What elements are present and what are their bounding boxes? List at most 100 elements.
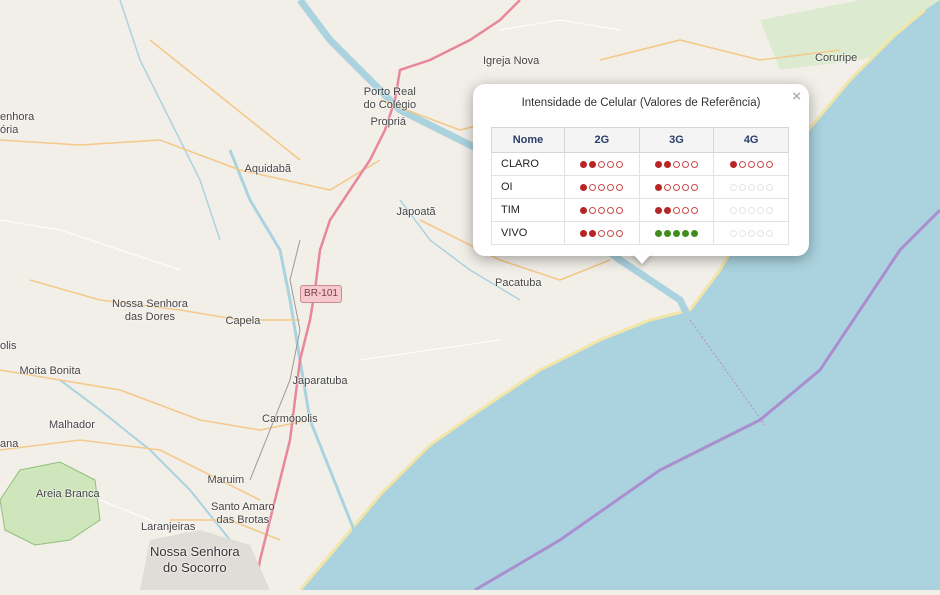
signal-dot-empty <box>607 229 615 237</box>
signal-dot-filled <box>589 160 597 168</box>
signal-dot-filled <box>690 229 698 237</box>
cell-2g <box>564 152 640 176</box>
signal-dot-filled <box>663 229 671 237</box>
signal-dots <box>565 183 639 191</box>
signal-dot-empty <box>765 229 773 237</box>
signal-dot-empty <box>681 160 689 168</box>
signal-dot-empty <box>598 183 606 191</box>
place-label: Malhador <box>49 418 95 431</box>
place-label: Igreja Nova <box>483 54 540 67</box>
header-nome: Nome <box>491 127 565 153</box>
header-4g: 4G <box>713 127 789 153</box>
signal-dot-empty <box>672 160 680 168</box>
signal-dot-empty <box>672 206 680 214</box>
signal-dot-empty <box>729 183 737 191</box>
table-row: TIM <box>491 198 789 222</box>
operator-name: OI <box>491 175 565 199</box>
signal-dot-empty <box>589 183 597 191</box>
signal-dot-empty <box>616 229 624 237</box>
signal-dot-filled <box>580 183 588 191</box>
signal-dot-empty <box>690 183 698 191</box>
signal-dot-empty <box>756 183 764 191</box>
signal-dot-filled <box>589 229 597 237</box>
place-label: Santo Amaro das Brotas <box>211 501 275 526</box>
signal-dot-empty <box>681 206 689 214</box>
signal-dot-empty <box>598 229 606 237</box>
cell-3g <box>638 221 715 245</box>
signal-dot-empty <box>738 206 746 214</box>
signal-dots <box>714 229 788 237</box>
cell-3g <box>638 175 715 199</box>
signal-popup: × Intensidade de Celular (Valores de Ref… <box>473 84 809 256</box>
signal-dot-empty <box>729 229 737 237</box>
place-label: Porto Real do Colégio <box>363 86 417 111</box>
operator-name: VIVO <box>491 221 565 245</box>
signal-dot-empty <box>690 160 698 168</box>
header-2g: 2G <box>564 127 640 153</box>
signal-dot-filled <box>729 160 737 168</box>
signal-dots <box>640 160 714 168</box>
table-row: VIVO <box>491 221 789 245</box>
signal-dot-filled <box>654 183 662 191</box>
signal-dot-filled <box>654 206 662 214</box>
signal-dot-empty <box>598 160 606 168</box>
place-label: Maruim <box>207 473 245 486</box>
cell-2g <box>564 175 640 199</box>
signal-dot-empty <box>598 206 606 214</box>
signal-dot-empty <box>765 160 773 168</box>
place-label: Nossa Senhora das Dores <box>112 298 188 323</box>
signal-dots <box>714 183 788 191</box>
signal-dot-empty <box>672 183 680 191</box>
signal-dot-empty <box>616 183 624 191</box>
signal-dots <box>565 206 639 214</box>
place-label: Moita Bonita <box>19 364 81 377</box>
signal-dot-empty <box>747 229 755 237</box>
cell-4g <box>713 221 789 245</box>
signal-dot-empty <box>738 160 746 168</box>
place-label: Aquidabã <box>244 162 292 175</box>
cell-4g <box>713 175 789 199</box>
popup-title: Intensidade de Celular (Valores de Refer… <box>521 97 761 109</box>
signal-dot-empty <box>607 183 615 191</box>
signal-dot-empty <box>663 183 671 191</box>
signal-dot-filled <box>663 160 671 168</box>
place-label: Japoatã <box>396 205 436 218</box>
place-label: ória <box>0 123 19 136</box>
table-header-row: Nome 2G 3G 4G <box>491 127 789 153</box>
signal-dot-filled <box>681 229 689 237</box>
signal-dot-empty <box>756 160 764 168</box>
place-label: Pacatuba <box>495 276 542 289</box>
signal-dot-empty <box>765 183 773 191</box>
place-label: Areia Branca <box>36 487 100 500</box>
signal-dot-empty <box>616 160 624 168</box>
signal-dots <box>640 229 714 237</box>
cell-3g <box>638 152 715 176</box>
signal-dot-empty <box>747 206 755 214</box>
signal-dots <box>714 206 788 214</box>
cell-2g <box>564 198 640 222</box>
signal-dot-empty <box>607 206 615 214</box>
signal-dot-empty <box>681 183 689 191</box>
place-label: Capela <box>225 314 261 327</box>
signal-dot-empty <box>738 229 746 237</box>
signal-dot-empty <box>690 206 698 214</box>
cell-4g <box>713 152 789 176</box>
road-shield-br101: BR-101 <box>300 285 342 303</box>
signal-dot-filled <box>580 229 588 237</box>
place-label: Carmópolis <box>262 412 318 425</box>
place-label: Propriá <box>370 115 406 128</box>
place-label: Japaratuba <box>292 374 348 387</box>
signal-dot-empty <box>747 183 755 191</box>
signal-dots <box>565 160 639 168</box>
signal-dot-empty <box>756 229 764 237</box>
signal-dot-empty <box>616 206 624 214</box>
signal-dot-empty <box>589 206 597 214</box>
signal-dot-empty <box>607 160 615 168</box>
signal-dot-empty <box>738 183 746 191</box>
signal-dots <box>640 206 714 214</box>
signal-dot-empty <box>765 206 773 214</box>
place-label: olis <box>0 339 17 352</box>
signal-dot-filled <box>580 160 588 168</box>
header-3g: 3G <box>638 127 715 153</box>
signal-dot-filled <box>663 206 671 214</box>
